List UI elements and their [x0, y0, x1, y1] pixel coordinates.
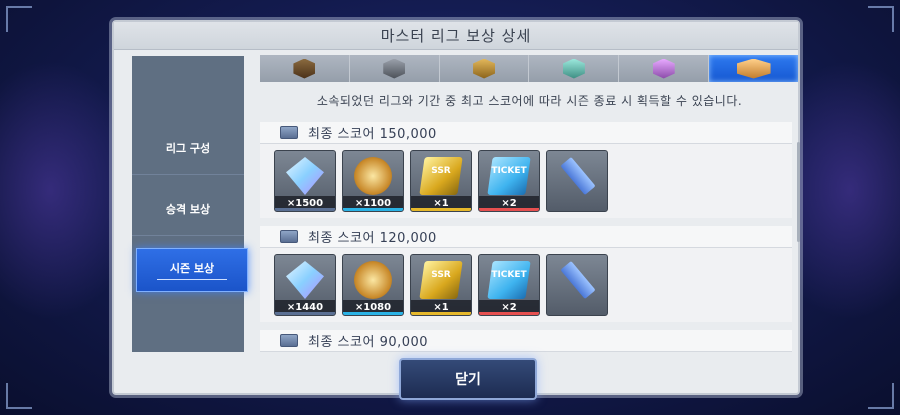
- scrollbar[interactable]: [797, 142, 800, 242]
- tab-tier-master[interactable]: [709, 55, 799, 82]
- ssr-ticket-icon: [419, 157, 463, 195]
- diamond-icon: [286, 261, 324, 299]
- frame-corner: [868, 383, 894, 409]
- sidebar-item-season-reward[interactable]: 시즌 보상: [136, 248, 248, 292]
- sidebar-item-label: 시즌 보상: [169, 262, 215, 275]
- tab-tier-silver[interactable]: [350, 55, 440, 82]
- reward-item-ssr-ticket[interactable]: SSR ×1: [410, 150, 472, 212]
- close-button[interactable]: 닫기: [399, 358, 537, 400]
- reward-detail-modal: 마스터 리그 보상 상세 리그 구성 승격 보상 시즌 보상 소속되었던 리그와…: [112, 20, 800, 395]
- diamond-icon: [286, 157, 324, 195]
- frame-corner: [6, 383, 32, 409]
- reward-item-stick[interactable]: [546, 150, 608, 212]
- reward-item-ssr-ticket[interactable]: SSR ×1: [410, 254, 472, 316]
- reward-list[interactable]: 최종 스코어 150,000 ×1500 ×1100 SSR ×1 TICKET…: [260, 122, 799, 352]
- chest-icon: [280, 334, 298, 347]
- tier-tabs: [260, 55, 799, 82]
- score-tier-block: 최종 스코어 150,000 ×1500 ×1100 SSR ×1 TICKET…: [260, 122, 792, 218]
- score-tier-block: 최종 스코어 90,000: [260, 330, 792, 352]
- reward-row: ×1440 ×1080 SSR ×1 TICKET ×2: [260, 248, 792, 322]
- reward-row: ×1500 ×1100 SSR ×1 TICKET ×2: [260, 144, 792, 218]
- ssr-ticket-text: SSR: [431, 270, 451, 280]
- bronze-emblem-icon: [293, 58, 316, 79]
- sidebar-item-label: 리그 구성: [165, 141, 211, 155]
- master-coin-icon: [354, 261, 392, 299]
- tab-tier-gold[interactable]: [440, 55, 530, 82]
- sidebar-item-league-composition[interactable]: 리그 구성: [132, 121, 244, 175]
- ticket-text: TICKET: [491, 166, 527, 176]
- modal-title: 마스터 리그 보상 상세: [114, 22, 798, 50]
- ssr-ticket-icon: [419, 261, 463, 299]
- reward-item-diamond[interactable]: ×1500: [274, 150, 336, 212]
- rarity-bar: [275, 312, 335, 315]
- ssr-ticket-text: SSR: [431, 166, 451, 176]
- score-tier-label: 최종 스코어 90,000: [308, 335, 429, 350]
- rarity-bar: [343, 312, 403, 315]
- reward-item-diamond[interactable]: ×1440: [274, 254, 336, 316]
- rarity-bar: [343, 208, 403, 211]
- score-tier-header: 최종 스코어 90,000: [260, 330, 792, 352]
- diamond-emblem-icon: [652, 58, 675, 79]
- sidebar-item-promotion-reward[interactable]: 승격 보상: [132, 182, 244, 236]
- stick-icon: [560, 156, 596, 196]
- reward-item-master-coin[interactable]: ×1100: [342, 150, 404, 212]
- score-tier-header: 최종 스코어 120,000: [260, 226, 792, 248]
- ticket-text: TICKET: [491, 270, 527, 280]
- stick-icon: [560, 260, 596, 300]
- master-emblem-icon: [736, 58, 771, 79]
- reward-item-ticket[interactable]: TICKET ×2: [478, 150, 540, 212]
- score-tier-block: 최종 스코어 120,000 ×1440 ×1080 SSR ×1 TICKET…: [260, 226, 792, 322]
- sidebar-item-label: 승격 보상: [165, 202, 211, 216]
- reward-item-ticket[interactable]: TICKET ×2: [478, 254, 540, 316]
- active-underline: [157, 279, 227, 280]
- gold-emblem-icon: [473, 58, 496, 79]
- rarity-bar: [479, 312, 539, 315]
- score-tier-header: 최종 스코어 150,000: [260, 122, 792, 144]
- tab-tier-diamond[interactable]: [619, 55, 710, 82]
- reward-item-stick[interactable]: [546, 254, 608, 316]
- tab-tier-bronze[interactable]: [260, 55, 350, 82]
- ticket-icon: [487, 261, 531, 299]
- frame-corner: [6, 6, 32, 32]
- rarity-bar: [479, 208, 539, 211]
- tab-tier-platinum[interactable]: [529, 55, 620, 82]
- rarity-bar: [411, 312, 471, 315]
- frame-corner: [868, 6, 894, 32]
- score-tier-label: 최종 스코어 120,000: [308, 231, 437, 246]
- chest-icon: [280, 126, 298, 139]
- master-coin-icon: [354, 157, 392, 195]
- sidebar: 리그 구성 승격 보상 시즌 보상: [132, 56, 248, 352]
- platinum-emblem-icon: [562, 58, 585, 79]
- rarity-bar: [411, 208, 471, 211]
- rarity-bar: [275, 208, 335, 211]
- ticket-icon: [487, 157, 531, 195]
- chest-icon: [280, 230, 298, 243]
- silver-emblem-icon: [383, 58, 406, 79]
- season-reward-description: 소속되었던 리그와 기간 중 최고 스코어에 따라 시즌 종료 시 획득할 수 …: [316, 93, 743, 108]
- reward-item-master-coin[interactable]: ×1080: [342, 254, 404, 316]
- score-tier-label: 최종 스코어 150,000: [308, 127, 437, 142]
